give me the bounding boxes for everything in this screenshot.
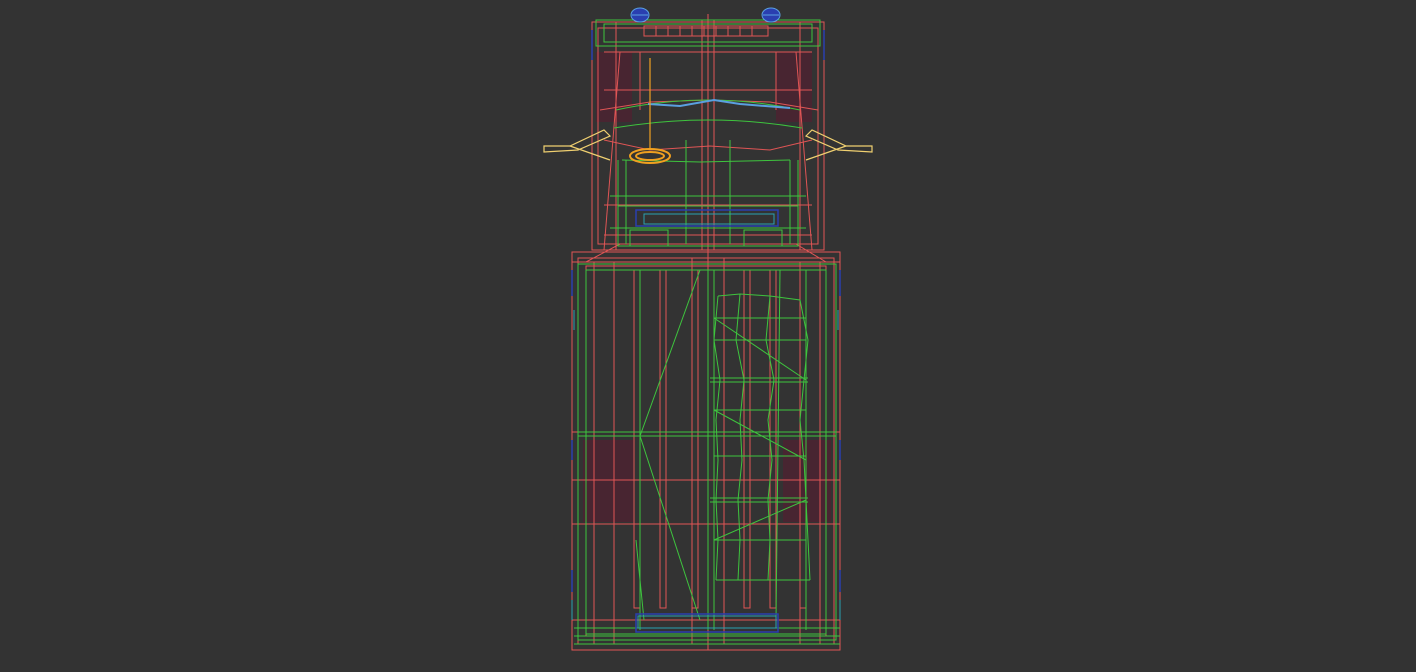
roof-beacon-left [630,7,650,23]
wireframe-model[interactable] [0,0,1416,672]
roof-beacon-right [761,7,781,23]
3d-viewport[interactable] [0,0,1416,672]
